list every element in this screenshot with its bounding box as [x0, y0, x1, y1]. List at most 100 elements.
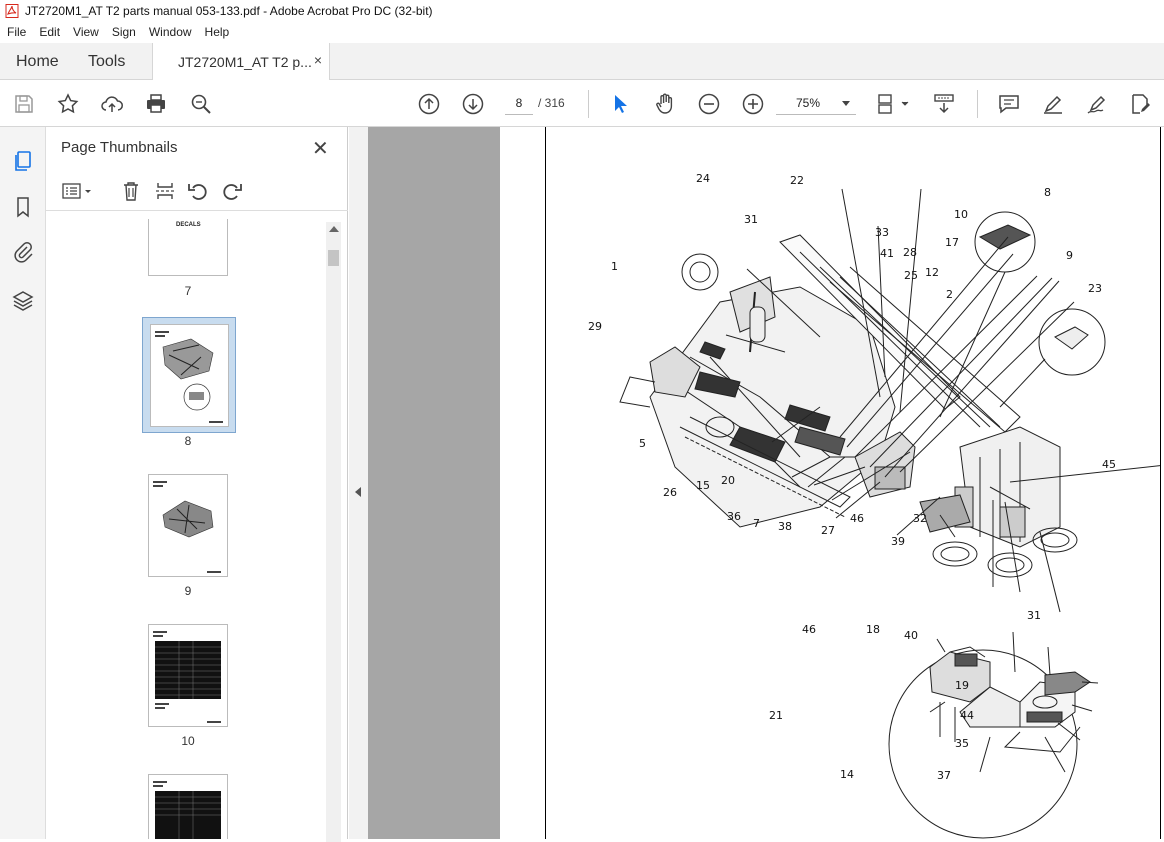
- comment-icon[interactable]: [997, 92, 1021, 116]
- thumbnail-options-icon[interactable]: [61, 180, 95, 202]
- callout-32: 32: [913, 512, 927, 525]
- callout-26: 26: [663, 486, 677, 499]
- thumbnail-scrollbar[interactable]: [326, 222, 341, 842]
- zoom-in-icon[interactable]: [741, 92, 765, 116]
- select-cursor-icon[interactable]: [608, 92, 632, 116]
- menu-file[interactable]: File: [7, 25, 26, 39]
- menu-edit[interactable]: Edit: [39, 25, 60, 39]
- close-tab-icon[interactable]: ×: [314, 52, 322, 68]
- collapse-panel-icon[interactable]: [355, 487, 361, 497]
- menu-bar: File Edit View Sign Window Help: [0, 22, 1164, 42]
- callout-5: 5: [639, 437, 646, 450]
- layers-icon[interactable]: [11, 289, 35, 313]
- save-icon[interactable]: [12, 92, 36, 116]
- callout-46-detail: 46: [802, 623, 816, 636]
- zoom-out-icon[interactable]: [697, 92, 721, 116]
- thumbnail-list: DECALS 7 8 9 10: [46, 212, 348, 839]
- sign-pen-icon[interactable]: [1085, 92, 1109, 116]
- callout-46: 46: [850, 512, 864, 525]
- callout-40: 40: [904, 629, 918, 642]
- delete-pages-icon[interactable]: [120, 180, 142, 202]
- callout-41: 41: [880, 247, 894, 260]
- callout-39: 39: [891, 535, 905, 548]
- panel-splitter[interactable]: [349, 127, 368, 839]
- thumbnail-page-9[interactable]: [148, 474, 228, 577]
- callout-25: 25: [904, 269, 918, 282]
- acrobat-icon: [5, 4, 19, 18]
- left-navigation-rail: [0, 127, 46, 839]
- callout-20: 20: [721, 474, 735, 487]
- callout-7: 7: [753, 517, 760, 530]
- zoom-level-select[interactable]: 75%: [776, 91, 856, 115]
- menu-sign[interactable]: Sign: [112, 25, 136, 39]
- callout-23: 23: [1088, 282, 1102, 295]
- close-icon[interactable]: ✕: [312, 136, 329, 161]
- thumbnail-page-10[interactable]: [148, 624, 228, 727]
- toolbar-divider: [977, 90, 978, 118]
- scrollbar-thumb[interactable]: [328, 250, 339, 266]
- thumbnail-page-8[interactable]: [150, 324, 229, 427]
- callout-24: 24: [696, 172, 710, 185]
- rotate-left-icon[interactable]: [187, 180, 209, 202]
- thumbnail-toolbar: [46, 173, 348, 211]
- page-number-input[interactable]: 8: [505, 91, 533, 115]
- parts-diagram: [619, 188, 1160, 839]
- print-icon[interactable]: [144, 92, 168, 116]
- tab-document-label: JT2720M1_AT T2 p...: [178, 54, 312, 70]
- callout-17: 17: [945, 236, 959, 249]
- pdf-page: 24 22 31 33 41 28 25 12 2 10 17 8 9 1 29…: [500, 127, 1164, 839]
- callout-29: 29: [588, 320, 602, 333]
- callout-8: 8: [1044, 186, 1051, 199]
- callout-27: 27: [821, 524, 835, 537]
- document-view[interactable]: 24 22 31 33 41 28 25 12 2 10 17 8 9 1 29…: [368, 127, 1164, 839]
- menu-help[interactable]: Help: [205, 25, 230, 39]
- callout-36: 36: [727, 510, 741, 523]
- callout-45: 45: [1102, 458, 1116, 471]
- callout-33: 33: [875, 226, 889, 239]
- previous-page-icon[interactable]: [417, 92, 441, 116]
- tab-tools[interactable]: Tools: [88, 53, 125, 71]
- next-page-icon[interactable]: [461, 92, 485, 116]
- thumbnail-preview: [153, 481, 221, 573]
- title-bar: JT2720M1_AT T2 parts manual 053-133.pdf …: [0, 0, 1164, 22]
- scroll-mode-icon[interactable]: [932, 92, 956, 116]
- callout-9: 9: [1066, 249, 1073, 262]
- callout-18: 18: [866, 623, 880, 636]
- thumbnail-page-11[interactable]: [148, 774, 228, 839]
- window-title: JT2720M1_AT T2 parts manual 053-133.pdf …: [25, 4, 433, 18]
- insert-pages-icon[interactable]: [154, 180, 176, 202]
- callout-44: 44: [960, 709, 974, 722]
- hand-tool-icon[interactable]: [653, 92, 677, 116]
- thumbnail-preview: [153, 781, 221, 839]
- edit-pdf-icon[interactable]: [1128, 92, 1152, 116]
- menu-view[interactable]: View: [73, 25, 99, 39]
- highlight-pen-icon[interactable]: [1041, 92, 1065, 116]
- callout-35: 35: [955, 737, 969, 750]
- callout-31: 31: [744, 213, 758, 226]
- callout-19: 19: [955, 679, 969, 692]
- callout-22: 22: [790, 174, 804, 187]
- page-frame-right: [1160, 127, 1161, 839]
- rotate-right-icon[interactable]: [221, 180, 243, 202]
- thumbnail-label: 10: [181, 734, 195, 748]
- tab-home[interactable]: Home: [16, 53, 59, 71]
- page-thumbnails-icon[interactable]: [11, 149, 35, 173]
- scroll-up-icon[interactable]: [329, 226, 339, 232]
- callout-21: 21: [769, 709, 783, 722]
- zoom-level-value: 75%: [796, 96, 821, 110]
- thumbnail-label: 9: [184, 584, 192, 598]
- upload-cloud-icon[interactable]: [100, 92, 124, 116]
- panel-title: Page Thumbnails: [61, 139, 178, 156]
- zoom-search-icon[interactable]: [189, 92, 213, 116]
- thumbnail-page-7[interactable]: DECALS: [148, 219, 228, 276]
- thumbnail-label: 8: [184, 434, 192, 448]
- menu-window[interactable]: Window: [149, 25, 192, 39]
- tab-document[interactable]: JT2720M1_AT T2 p... ×: [152, 43, 330, 80]
- callout-2: 2: [946, 288, 953, 301]
- callout-14: 14: [840, 768, 854, 781]
- bookmark-star-icon[interactable]: [56, 92, 80, 116]
- attachments-icon[interactable]: [11, 240, 35, 264]
- page-display-icon[interactable]: [876, 92, 910, 116]
- bookmarks-icon[interactable]: [11, 195, 35, 219]
- callout-28: 28: [903, 246, 917, 259]
